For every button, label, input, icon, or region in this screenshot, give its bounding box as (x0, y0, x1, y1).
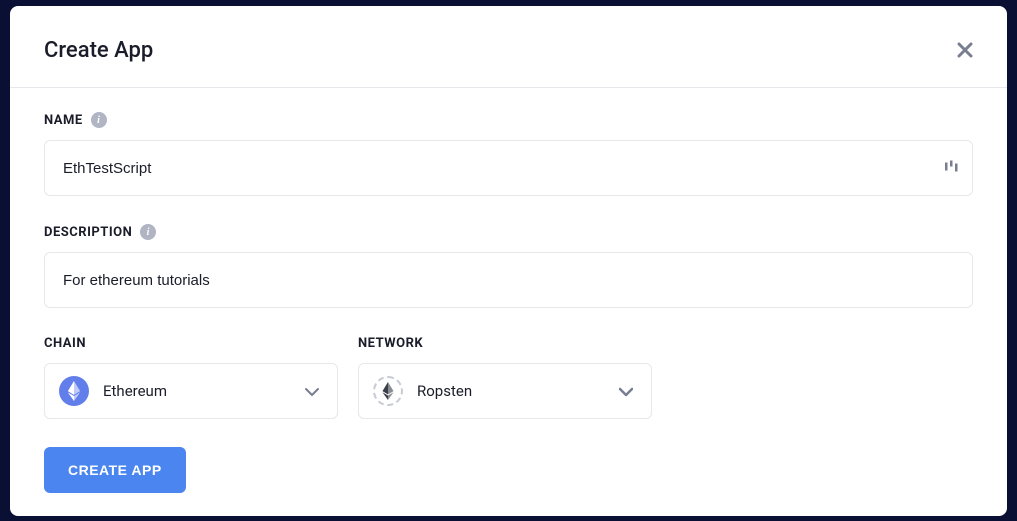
name-label: NAME (44, 113, 83, 128)
close-icon[interactable] (957, 39, 973, 63)
name-input-wrap (44, 140, 973, 196)
description-input[interactable] (44, 252, 973, 308)
chevron-down-icon (305, 382, 319, 401)
modal-body: NAME i DESCRIPTION i CHAI (10, 88, 1007, 517)
chain-label: CHAIN (44, 336, 86, 351)
ethereum-icon (59, 376, 89, 406)
create-app-button[interactable]: CREATE APP (44, 447, 186, 493)
info-icon[interactable]: i (91, 112, 107, 128)
name-input[interactable] (44, 140, 973, 196)
lastpass-icon[interactable] (945, 159, 959, 178)
modal-header: Create App (10, 6, 1007, 88)
chevron-down-icon (619, 382, 633, 401)
name-label-row: NAME i (44, 112, 973, 128)
chain-network-row: CHAIN Ethereum (44, 336, 973, 419)
ethereum-outline-icon (373, 376, 403, 406)
network-column: NETWORK Ropsten (358, 336, 652, 419)
description-label: DESCRIPTION (44, 225, 132, 240)
create-app-modal: Create App NAME i DESCRIPTION (10, 6, 1007, 516)
network-select[interactable]: Ropsten (358, 363, 652, 419)
info-icon[interactable]: i (140, 224, 156, 240)
description-input-wrap (44, 252, 973, 308)
chain-selected: Ethereum (103, 382, 291, 400)
network-label: NETWORK (358, 336, 423, 351)
network-selected: Ropsten (417, 382, 605, 400)
network-label-row: NETWORK (358, 336, 652, 351)
description-label-row: DESCRIPTION i (44, 224, 973, 240)
chain-label-row: CHAIN (44, 336, 338, 351)
chain-select[interactable]: Ethereum (44, 363, 338, 419)
chain-column: CHAIN Ethereum (44, 336, 338, 419)
modal-title: Create App (44, 38, 153, 63)
